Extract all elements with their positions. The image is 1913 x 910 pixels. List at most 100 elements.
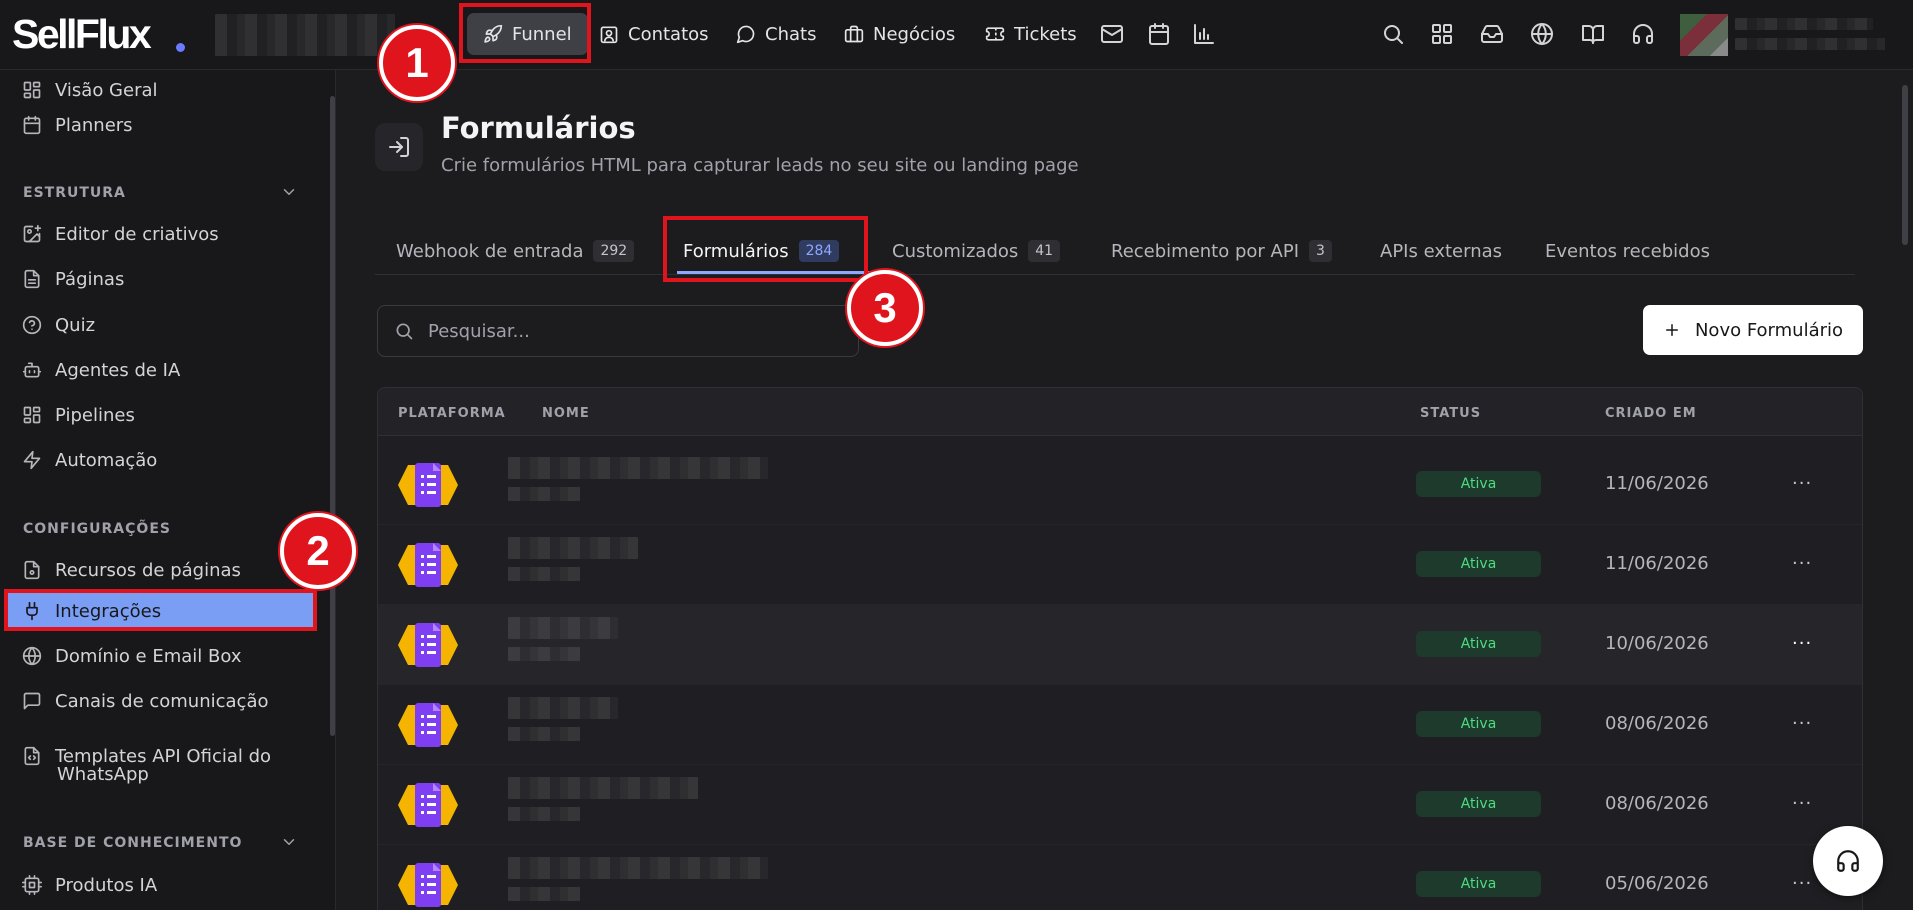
chevron-down-icon[interactable] — [280, 183, 298, 201]
sidebar-item-canais-de-comunicacao[interactable]: Canais de comunicação — [22, 681, 269, 721]
calendar-icon[interactable] — [1147, 22, 1171, 46]
column-header-plataforma[interactable]: PLATAFORMA — [398, 406, 506, 421]
sellflux-logo[interactable]: SellFlux — [12, 14, 152, 55]
annotation-badge-3: 3 — [847, 270, 923, 346]
annotation-box-formularios-tab — [663, 216, 868, 282]
form-name-blurred[interactable] — [508, 777, 698, 799]
nav-chats-label: Chats — [765, 23, 817, 45]
message-square-icon — [23, 692, 41, 710]
row-menu-icon[interactable]: ··· — [1792, 633, 1812, 654]
form-name-blurred[interactable] — [508, 457, 768, 479]
google-forms-icon — [398, 703, 458, 747]
main-scrollbar[interactable] — [1902, 85, 1908, 245]
status-badge: Ativa — [1416, 791, 1541, 817]
table-row[interactable]: Ativa 08/06/2026 ··· — [378, 765, 1862, 845]
nav-contatos-label: Contatos — [628, 23, 709, 45]
sidebar-item-quiz[interactable]: Quiz — [22, 305, 95, 345]
column-header-status[interactable]: STATUS — [1420, 406, 1481, 421]
search-icon[interactable] — [1381, 22, 1405, 46]
form-name-blurred[interactable] — [508, 857, 768, 879]
section-estrutura-title: ESTRUTURA — [23, 185, 126, 201]
row-menu-icon[interactable]: ··· — [1792, 473, 1812, 494]
table-row[interactable]: Ativa 10/06/2026 ··· — [378, 605, 1862, 685]
tab-recebimento-por-api[interactable]: Recebimento por API 3 — [1111, 231, 1332, 271]
book-icon[interactable] — [1581, 22, 1605, 46]
search-icon — [396, 323, 413, 340]
sidebar-item-produtos-ia[interactable]: Produtos IA — [22, 865, 157, 905]
row-menu-icon[interactable]: ··· — [1792, 873, 1812, 894]
chevron-down-icon[interactable] — [280, 833, 298, 851]
annotation-badge-2: 2 — [280, 513, 356, 589]
form-name-blurred[interactable] — [508, 537, 638, 559]
sidebar-item-recursos-de-paginas[interactable]: Recursos de páginas — [22, 550, 241, 590]
tab-label: Eventos recebidos — [1545, 240, 1710, 262]
sidebar-item-label: Produtos IA — [55, 874, 158, 896]
sidebar-item-planners[interactable]: Planners — [22, 105, 133, 145]
tab-count: 292 — [593, 240, 635, 262]
apps-icon[interactable] — [1430, 22, 1454, 46]
section-base-de-conhecimento-title: BASE DE CONHECIMENTO — [23, 835, 243, 851]
created-date: 08/06/2026 — [1605, 713, 1709, 734]
sidebar-item-label: Editor de criativos — [55, 223, 219, 245]
sidebar-item-label: Pipelines — [55, 404, 135, 426]
search-box[interactable] — [377, 305, 859, 357]
row-menu-icon[interactable]: ··· — [1792, 713, 1812, 734]
headset-icon[interactable] — [1631, 22, 1655, 46]
google-forms-icon — [398, 543, 458, 587]
nav-contatos[interactable]: Contatos — [589, 13, 719, 55]
form-id-blurred — [508, 727, 580, 741]
sidebar-item-dominio-e-email-box[interactable]: Domínio e Email Box — [22, 636, 241, 676]
form-name-blurred[interactable] — [508, 617, 618, 639]
inbox-icon[interactable] — [1480, 22, 1504, 46]
search-input[interactable] — [428, 320, 828, 342]
support-chat-button[interactable] — [1813, 826, 1883, 896]
sidebar-item-automacao[interactable]: Automação — [22, 440, 157, 480]
main-content: Formulários Crie formulários HTML para c… — [337, 71, 1913, 910]
grid-icon — [23, 81, 41, 99]
sidebar-item-agentes-de-ia[interactable]: Agentes de IA — [22, 350, 180, 390]
annotation-badge-1: 1 — [379, 25, 455, 101]
status-badge: Ativa — [1416, 631, 1541, 657]
sidebar-item-label: Automação — [55, 449, 158, 471]
sidebar-item-editor-de-criativos[interactable]: Editor de criativos — [22, 214, 219, 254]
globe-icon[interactable] — [1530, 22, 1554, 46]
briefcase-icon — [844, 25, 864, 43]
created-date: 11/06/2026 — [1605, 553, 1709, 574]
contact-icon — [600, 26, 618, 44]
tab-customizados[interactable]: Customizados 41 — [892, 231, 1061, 271]
column-header-criado-em[interactable]: CRIADO EM — [1605, 406, 1697, 421]
form-id-blurred — [508, 807, 580, 821]
sidebar-item-pipelines[interactable]: Pipelines — [22, 395, 135, 435]
chart-icon[interactable] — [1192, 22, 1216, 46]
sidebar-item-visao-geral[interactable]: Visão Geral — [22, 70, 158, 110]
row-menu-icon[interactable]: ··· — [1792, 793, 1812, 814]
workspace-name-blurred[interactable] — [215, 14, 395, 56]
table-row[interactable]: Ativa 11/06/2026 ··· — [378, 525, 1862, 605]
nav-chats[interactable]: Chats — [726, 13, 826, 55]
section-configuracoes-title: CONFIGURAÇÕES — [23, 521, 171, 537]
tab-eventos-recebidos[interactable]: Eventos recebidos — [1545, 231, 1710, 271]
nav-negocios[interactable]: Negócios — [834, 13, 965, 55]
plus-icon — [1665, 324, 1678, 336]
table-row[interactable]: Ativa 08/06/2026 ··· — [378, 685, 1862, 765]
nav-tickets[interactable]: Tickets — [975, 13, 1087, 55]
sidebar-scrollbar[interactable] — [330, 96, 335, 736]
google-forms-icon — [398, 783, 458, 827]
headset-icon — [1837, 850, 1859, 872]
tab-webhook-de-entrada[interactable]: Webhook de entrada 292 — [396, 231, 635, 271]
user-name-blurred[interactable] — [1735, 18, 1873, 30]
table-row[interactable]: Ativa 05/06/2026 ··· — [378, 845, 1862, 910]
tab-apis-externas[interactable]: APIs externas — [1380, 231, 1502, 271]
sidebar-item-paginas[interactable]: Páginas — [22, 259, 124, 299]
form-name-blurred[interactable] — [508, 697, 618, 719]
table-row[interactable]: Ativa 11/06/2026 ··· — [378, 445, 1862, 525]
row-menu-icon[interactable]: ··· — [1792, 553, 1812, 574]
sidebar-item-label: Agentes de IA — [55, 359, 181, 381]
sidebar-item-integracoes[interactable]: Integrações — [22, 591, 161, 631]
novo-formulario-button[interactable]: Novo Formulário — [1643, 305, 1863, 355]
column-header-nome[interactable]: NOME — [542, 406, 590, 421]
sidebar-item-label: Domínio e Email Box — [55, 645, 242, 667]
mail-icon[interactable] — [1100, 22, 1124, 46]
grid-icon — [23, 406, 41, 424]
user-avatar[interactable] — [1680, 14, 1728, 56]
